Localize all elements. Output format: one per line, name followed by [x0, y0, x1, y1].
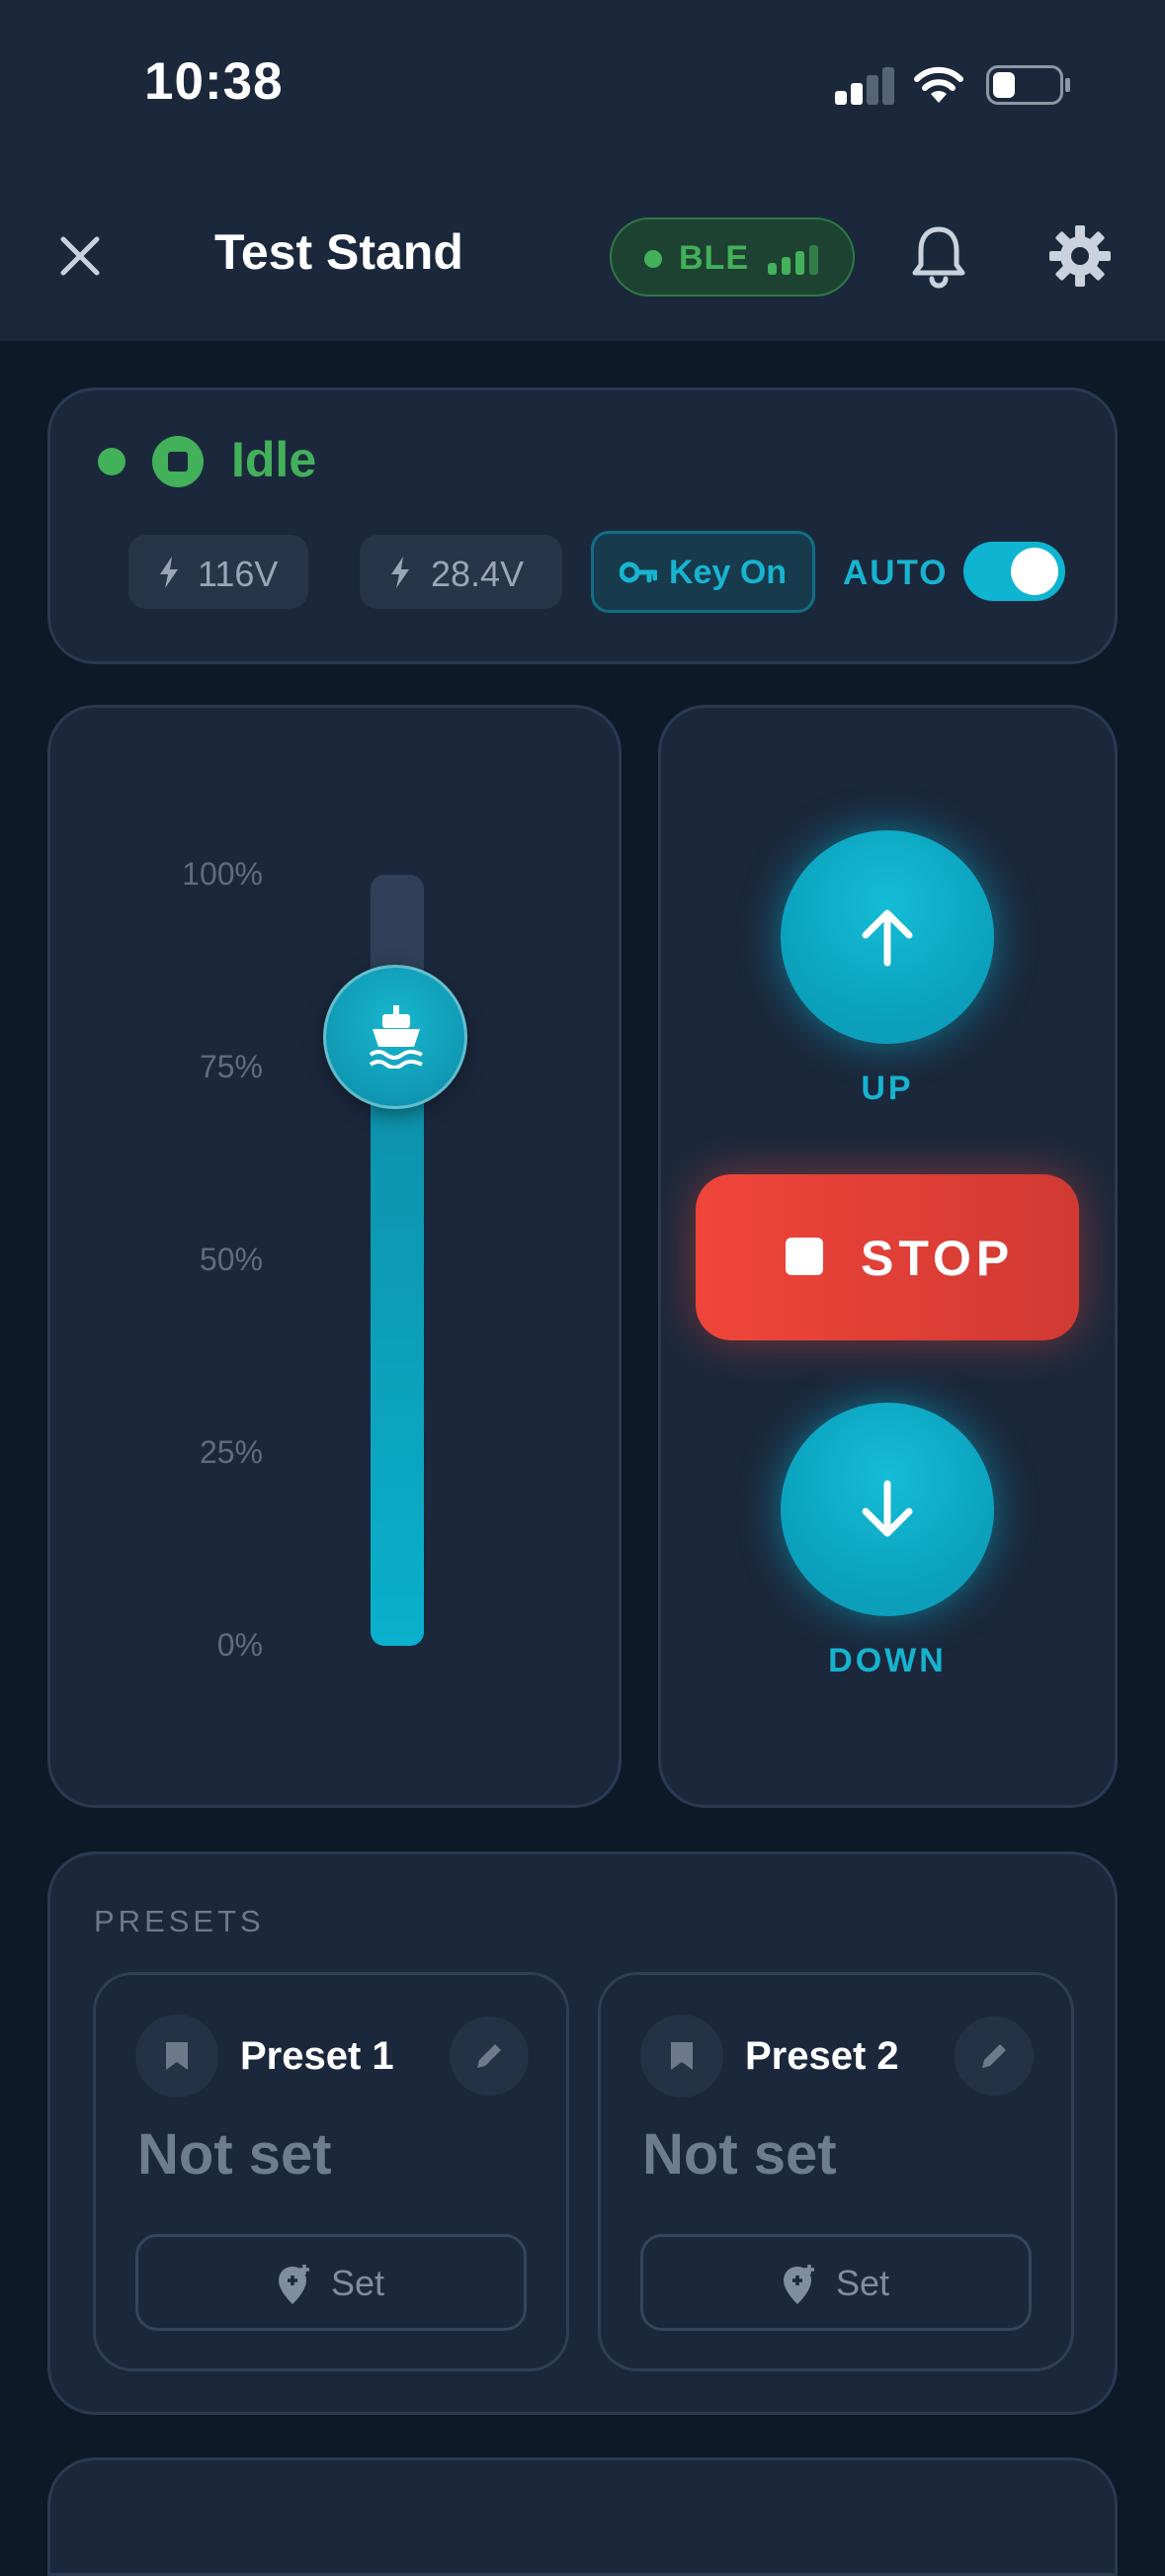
preset-value: Not set — [137, 2122, 332, 2187]
bookmark-icon — [135, 2015, 218, 2098]
preset-card-1[interactable]: Preset 1 Not set Set — [93, 1972, 569, 2371]
auto-label: AUTO — [843, 554, 949, 592]
voltage-chip-1: 116V — [128, 535, 308, 609]
slider-card — [47, 705, 622, 1808]
top-bar: 10:38 Test Stand BLE — [0, 0, 1165, 341]
auto-toggle[interactable] — [963, 542, 1065, 601]
tick-0: 0% — [216, 1627, 263, 1663]
up-label: UP — [861, 1070, 914, 1107]
stop-label: STOP — [861, 1231, 1015, 1286]
key-icon — [620, 561, 657, 583]
bolt-icon — [160, 557, 178, 588]
preset-name: Preset 2 — [745, 2034, 899, 2078]
bell-icon[interactable] — [909, 223, 968, 289]
stop-button[interactable]: STOP — [696, 1174, 1079, 1340]
slider-fill — [371, 1036, 424, 1646]
battery-tip — [1065, 78, 1070, 92]
up-button[interactable] — [781, 830, 994, 1044]
set-label: Set — [836, 2263, 890, 2303]
presets-section-title: PRESETS — [94, 1904, 265, 1938]
stop-square-icon — [786, 1238, 823, 1275]
gear-icon[interactable] — [1047, 223, 1113, 289]
down-button[interactable] — [781, 1403, 994, 1616]
key-on-chip[interactable]: Key On — [591, 531, 815, 613]
stop-state-icon — [152, 436, 204, 487]
pencil-icon[interactable] — [955, 2017, 1034, 2096]
next-card — [47, 2457, 1118, 2576]
status-card — [47, 387, 1118, 664]
bolt-icon — [391, 557, 409, 588]
arrow-up-icon — [862, 909, 913, 967]
page-title: Test Stand — [214, 224, 463, 280]
tick-75: 75% — [199, 1049, 263, 1084]
tick-25: 25% — [199, 1434, 263, 1470]
battery-icon — [986, 65, 1063, 105]
wifi-icon — [914, 66, 963, 103]
set-label: Set — [331, 2263, 385, 2303]
slider-thumb[interactable] — [323, 964, 467, 1109]
ble-dot — [644, 250, 662, 268]
voltage-1-value: 116V — [198, 554, 279, 594]
add-location-icon — [784, 2265, 814, 2304]
ble-status-pill[interactable]: BLE — [610, 217, 855, 297]
arrow-down-icon — [862, 1480, 913, 1537]
bookmark-icon — [640, 2015, 723, 2098]
boat-icon — [369, 1004, 423, 1069]
preset-value: Not set — [642, 2122, 837, 2187]
close-icon[interactable] — [55, 231, 105, 281]
pencil-icon[interactable] — [450, 2017, 529, 2096]
preset-name: Preset 1 — [240, 2034, 394, 2078]
toggle-knob — [1011, 548, 1058, 595]
ble-label: BLE — [679, 239, 749, 277]
status-dot — [98, 448, 125, 475]
down-label: DOWN — [828, 1642, 947, 1679]
preset-set-button[interactable]: Set — [135, 2234, 527, 2331]
add-location-icon — [279, 2265, 309, 2304]
cellular-signal-icon — [835, 65, 894, 105]
tick-50: 50% — [199, 1242, 263, 1277]
preset-card-2[interactable]: Preset 2 Not set Set — [598, 1972, 1074, 2371]
voltage-chip-2: 28.4V — [360, 535, 562, 609]
status-label: Idle — [231, 432, 317, 487]
voltage-2-value: 28.4V — [431, 554, 525, 594]
tick-100: 100% — [182, 856, 263, 892]
key-on-label: Key On — [669, 554, 788, 591]
preset-set-button[interactable]: Set — [640, 2234, 1032, 2331]
status-time: 10:38 — [144, 52, 284, 111]
